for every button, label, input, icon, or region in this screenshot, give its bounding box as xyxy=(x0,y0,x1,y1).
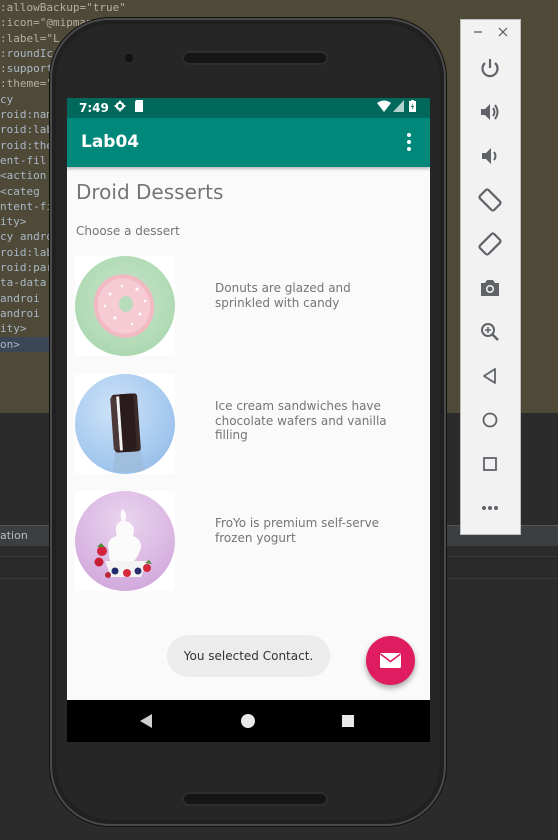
froyo-description[interactable]: FroYo is premium self-serve frozen yogur… xyxy=(215,516,405,545)
nav-home-button[interactable] xyxy=(241,714,255,728)
page-subtitle: Choose a dessert xyxy=(76,224,180,238)
bottom-speaker xyxy=(182,792,328,806)
app-screen: 7:49 Lab04 Droid Desserts Choose a desse… xyxy=(67,98,430,742)
camera-icon[interactable] xyxy=(476,274,504,302)
more-icon[interactable] xyxy=(476,494,504,522)
nav-overview-button[interactable] xyxy=(342,715,354,727)
mail-icon xyxy=(380,653,401,668)
back-icon[interactable] xyxy=(476,362,504,390)
ide-code-line: :allowBackup="true" xyxy=(0,1,126,14)
toast-message: You selected Contact. xyxy=(167,635,330,677)
top-speaker xyxy=(182,51,328,65)
app-bar: Lab04 xyxy=(67,118,430,167)
overview-icon[interactable] xyxy=(476,450,504,478)
settings-icon xyxy=(114,100,126,115)
signal-icon xyxy=(393,100,404,115)
battery-icon xyxy=(409,100,416,115)
sd-card-icon xyxy=(134,100,144,115)
volume-up-icon[interactable] xyxy=(476,98,504,126)
mail-fab-button[interactable] xyxy=(366,636,415,685)
status-time: 7:49 xyxy=(79,101,109,115)
wifi-icon xyxy=(377,100,391,115)
overflow-menu-icon[interactable] xyxy=(403,130,415,154)
status-bar: 7:49 xyxy=(67,98,430,118)
donut-description[interactable]: Donuts are glazed and sprinkled with can… xyxy=(215,281,405,310)
zoom-icon[interactable] xyxy=(476,318,504,346)
page-title: Droid Desserts xyxy=(76,180,224,204)
volume-down-icon[interactable] xyxy=(476,142,504,170)
ice-cream-sandwich-description[interactable]: Ice cream sandwiches have chocolate wafe… xyxy=(215,399,405,443)
ide-tab-label[interactable]: ation xyxy=(0,529,28,542)
nav-back-button[interactable] xyxy=(140,714,152,728)
home-icon[interactable] xyxy=(476,406,504,434)
rotate-right-icon[interactable] xyxy=(476,230,504,258)
minimize-icon[interactable] xyxy=(473,26,483,40)
ice-cream-sandwich-image[interactable] xyxy=(75,374,175,474)
froyo-image[interactable] xyxy=(75,491,175,591)
system-nav-bar xyxy=(67,700,430,742)
rotate-left-icon[interactable] xyxy=(476,186,504,214)
front-camera xyxy=(125,54,133,62)
emulator-toolbar xyxy=(460,19,521,535)
app-title: Lab04 xyxy=(81,132,140,152)
power-icon[interactable] xyxy=(476,54,504,82)
donut-image[interactable] xyxy=(75,256,175,356)
close-icon[interactable] xyxy=(498,26,508,40)
